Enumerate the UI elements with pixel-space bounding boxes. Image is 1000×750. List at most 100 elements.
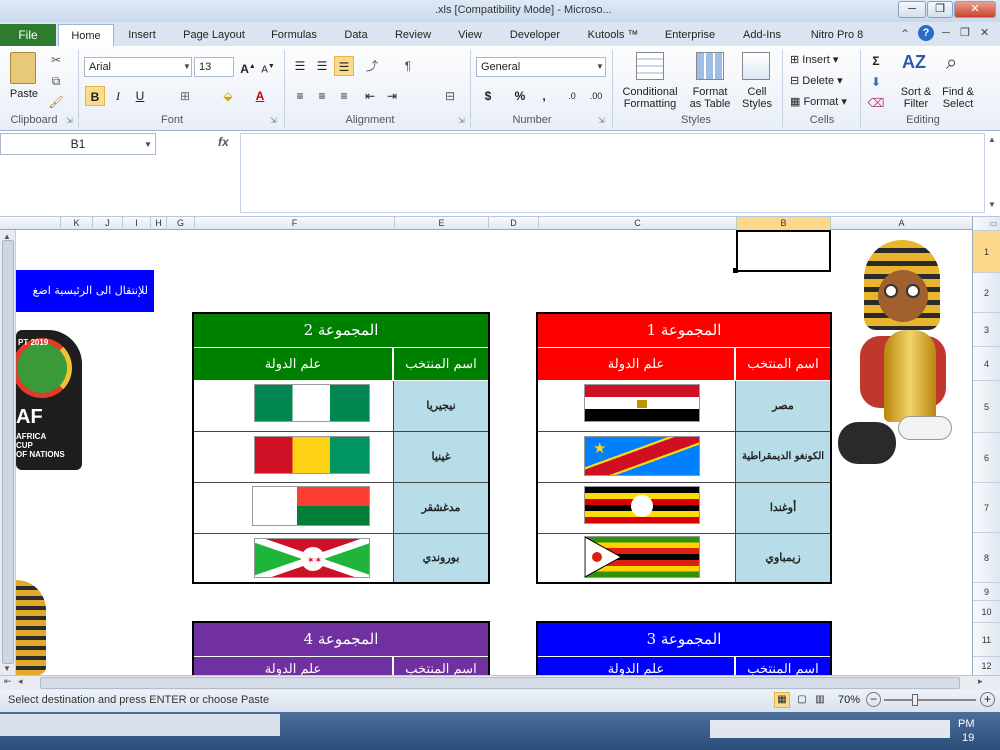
formula-input[interactable] [240,133,985,213]
align-right-icon[interactable]: ≡ [334,86,354,106]
scrollbar-thumb[interactable] [2,240,14,664]
chevron-down-icon[interactable]: ▼ [183,62,191,71]
restore-button[interactable]: ❐ [927,1,953,18]
tab-data[interactable]: Data [336,25,376,45]
increase-indent-icon[interactable]: ⇥ [382,86,402,106]
row-header[interactable]: 11 [973,622,1000,656]
zoom-in-button[interactable]: + [980,692,995,707]
number-format-box[interactable]: General [476,57,606,77]
cell-styles-button[interactable]: Cell Styles [738,86,776,110]
dialog-launcher-icon[interactable]: ⇲ [598,116,605,125]
column-header[interactable]: G [166,217,194,230]
page-layout-view-icon[interactable]: ▢ [794,692,810,708]
name-box[interactable]: B1 [0,133,156,155]
zoom-slider-thumb[interactable] [912,694,918,706]
fill-handle[interactable] [733,268,738,273]
shrink-font-icon[interactable]: A▼ [258,57,278,77]
selected-cell[interactable] [736,230,831,272]
formula-scroll-up-icon[interactable]: ▲ [988,135,996,144]
column-header[interactable]: H [150,217,166,230]
autosum-icon[interactable]: Σ [866,51,886,71]
row-header[interactable]: 9 [973,582,1000,600]
sheet-nav-prev-icon[interactable]: ◂ [18,676,23,687]
delete-cells-button[interactable]: ⊟ Delete ▾ [790,74,843,87]
orientation-icon[interactable]: ⤴ [362,56,382,76]
zoom-out-button[interactable]: − [866,692,881,707]
ribbon-close-icon[interactable]: ✕ [980,26,989,39]
chevron-down-icon[interactable]: ▼ [596,62,604,71]
merge-center-icon[interactable]: ⊟ [440,86,460,106]
row-header[interactable]: 2 [973,272,1000,312]
underline-button[interactable]: U [130,86,150,106]
binoculars-icon[interactable]: ⌕ [946,52,957,75]
row-header[interactable]: 3 [973,312,1000,346]
tab-page-layout[interactable]: Page Layout [176,25,252,45]
split-icon[interactable]: ▭ [987,217,1000,230]
align-top-icon[interactable]: ☰ [290,56,310,76]
help-icon[interactable]: ? [918,25,934,41]
sheet-nav-first-icon[interactable]: ⇤ [4,676,12,687]
font-name-box[interactable]: Arial [84,57,192,77]
home-nav-button[interactable]: للإنتقال الى الرئيسية اضغ [16,270,154,312]
formula-scroll-down-icon[interactable]: ▼ [988,200,996,209]
sort-filter-button[interactable]: Sort & Filter [896,86,936,110]
zoom-level[interactable]: 70% [838,694,860,706]
normal-view-icon[interactable]: ▦ [774,692,790,708]
clear-icon[interactable]: ⌫ [866,93,886,113]
row-header[interactable]: 5 [973,380,1000,432]
align-left-icon[interactable]: ≡ [290,86,310,106]
column-header[interactable]: C [538,217,736,230]
dialog-launcher-icon[interactable]: ⇲ [66,116,73,125]
ribbon-restore-icon[interactable]: ❐ [960,26,970,39]
tab-file[interactable]: File [0,24,56,46]
tab-formulas[interactable]: Formulas [264,25,324,45]
conditional-formatting-icon[interactable] [636,52,664,80]
scroll-right-icon[interactable]: ▸ [978,676,983,687]
cut-icon[interactable]: ✂ [46,50,66,70]
insert-function-button[interactable]: fx [218,135,229,149]
grow-font-icon[interactable]: A▲ [238,57,258,77]
cell-styles-icon[interactable] [742,52,770,80]
conditional-formatting-button[interactable]: Conditional Formatting [618,86,682,110]
column-header-selected[interactable]: B [736,217,830,230]
column-header[interactable]: E [394,217,488,230]
tab-review[interactable]: Review [388,25,438,45]
hscroll-thumb[interactable] [40,677,960,689]
format-as-table-button[interactable]: Format as Table [686,86,734,110]
tab-insert[interactable]: Insert [120,25,164,45]
currency-button[interactable]: $ [478,86,498,106]
caret-up-icon[interactable]: ⌃ [900,27,910,41]
ribbon-minimize-icon[interactable]: ─ [942,27,950,39]
scroll-down-icon[interactable]: ▼ [3,664,11,673]
align-center-icon[interactable]: ≡ [312,86,332,106]
borders-icon[interactable]: ⊞ [175,86,195,106]
page-break-view-icon[interactable]: ▥ [812,692,828,708]
column-header[interactable]: I [122,217,150,230]
decrease-decimal-icon[interactable]: .00 [586,86,606,106]
percent-button[interactable]: % [510,86,530,106]
row-header[interactable]: 7 [973,482,1000,532]
align-middle-icon[interactable]: ☰ [312,56,332,76]
align-bottom-icon[interactable]: ☰ [334,56,354,76]
format-painter-icon[interactable]: 🖌 [46,92,66,112]
dialog-launcher-icon[interactable]: ⇲ [270,116,277,125]
tab-kutools[interactable]: Kutools ™ [580,25,646,45]
tab-home[interactable]: Home [58,24,114,46]
format-as-table-icon[interactable] [696,52,724,80]
fill-icon[interactable]: ⬇ [866,72,886,92]
paste-icon[interactable] [10,52,36,84]
row-header[interactable]: 4 [973,346,1000,380]
increase-decimal-icon[interactable]: .0 [562,86,582,106]
dialog-launcher-icon[interactable]: ⇲ [458,116,465,125]
insert-cells-button[interactable]: ⊞ Insert ▾ [790,53,838,66]
column-header[interactable]: D [488,217,538,230]
tab-enterprise[interactable]: Enterprise [658,25,722,45]
decrease-indent-icon[interactable]: ⇤ [360,86,380,106]
tab-nitro[interactable]: Nitro Pro 8 [802,25,872,45]
fill-color-icon[interactable]: ⬙ [218,86,238,106]
row-header[interactable]: 12 [973,656,1000,675]
column-header[interactable]: J [92,217,122,230]
paste-button[interactable]: Paste [6,88,42,100]
row-header-selected[interactable]: 1 [973,230,1000,272]
tab-developer[interactable]: Developer [502,25,568,45]
